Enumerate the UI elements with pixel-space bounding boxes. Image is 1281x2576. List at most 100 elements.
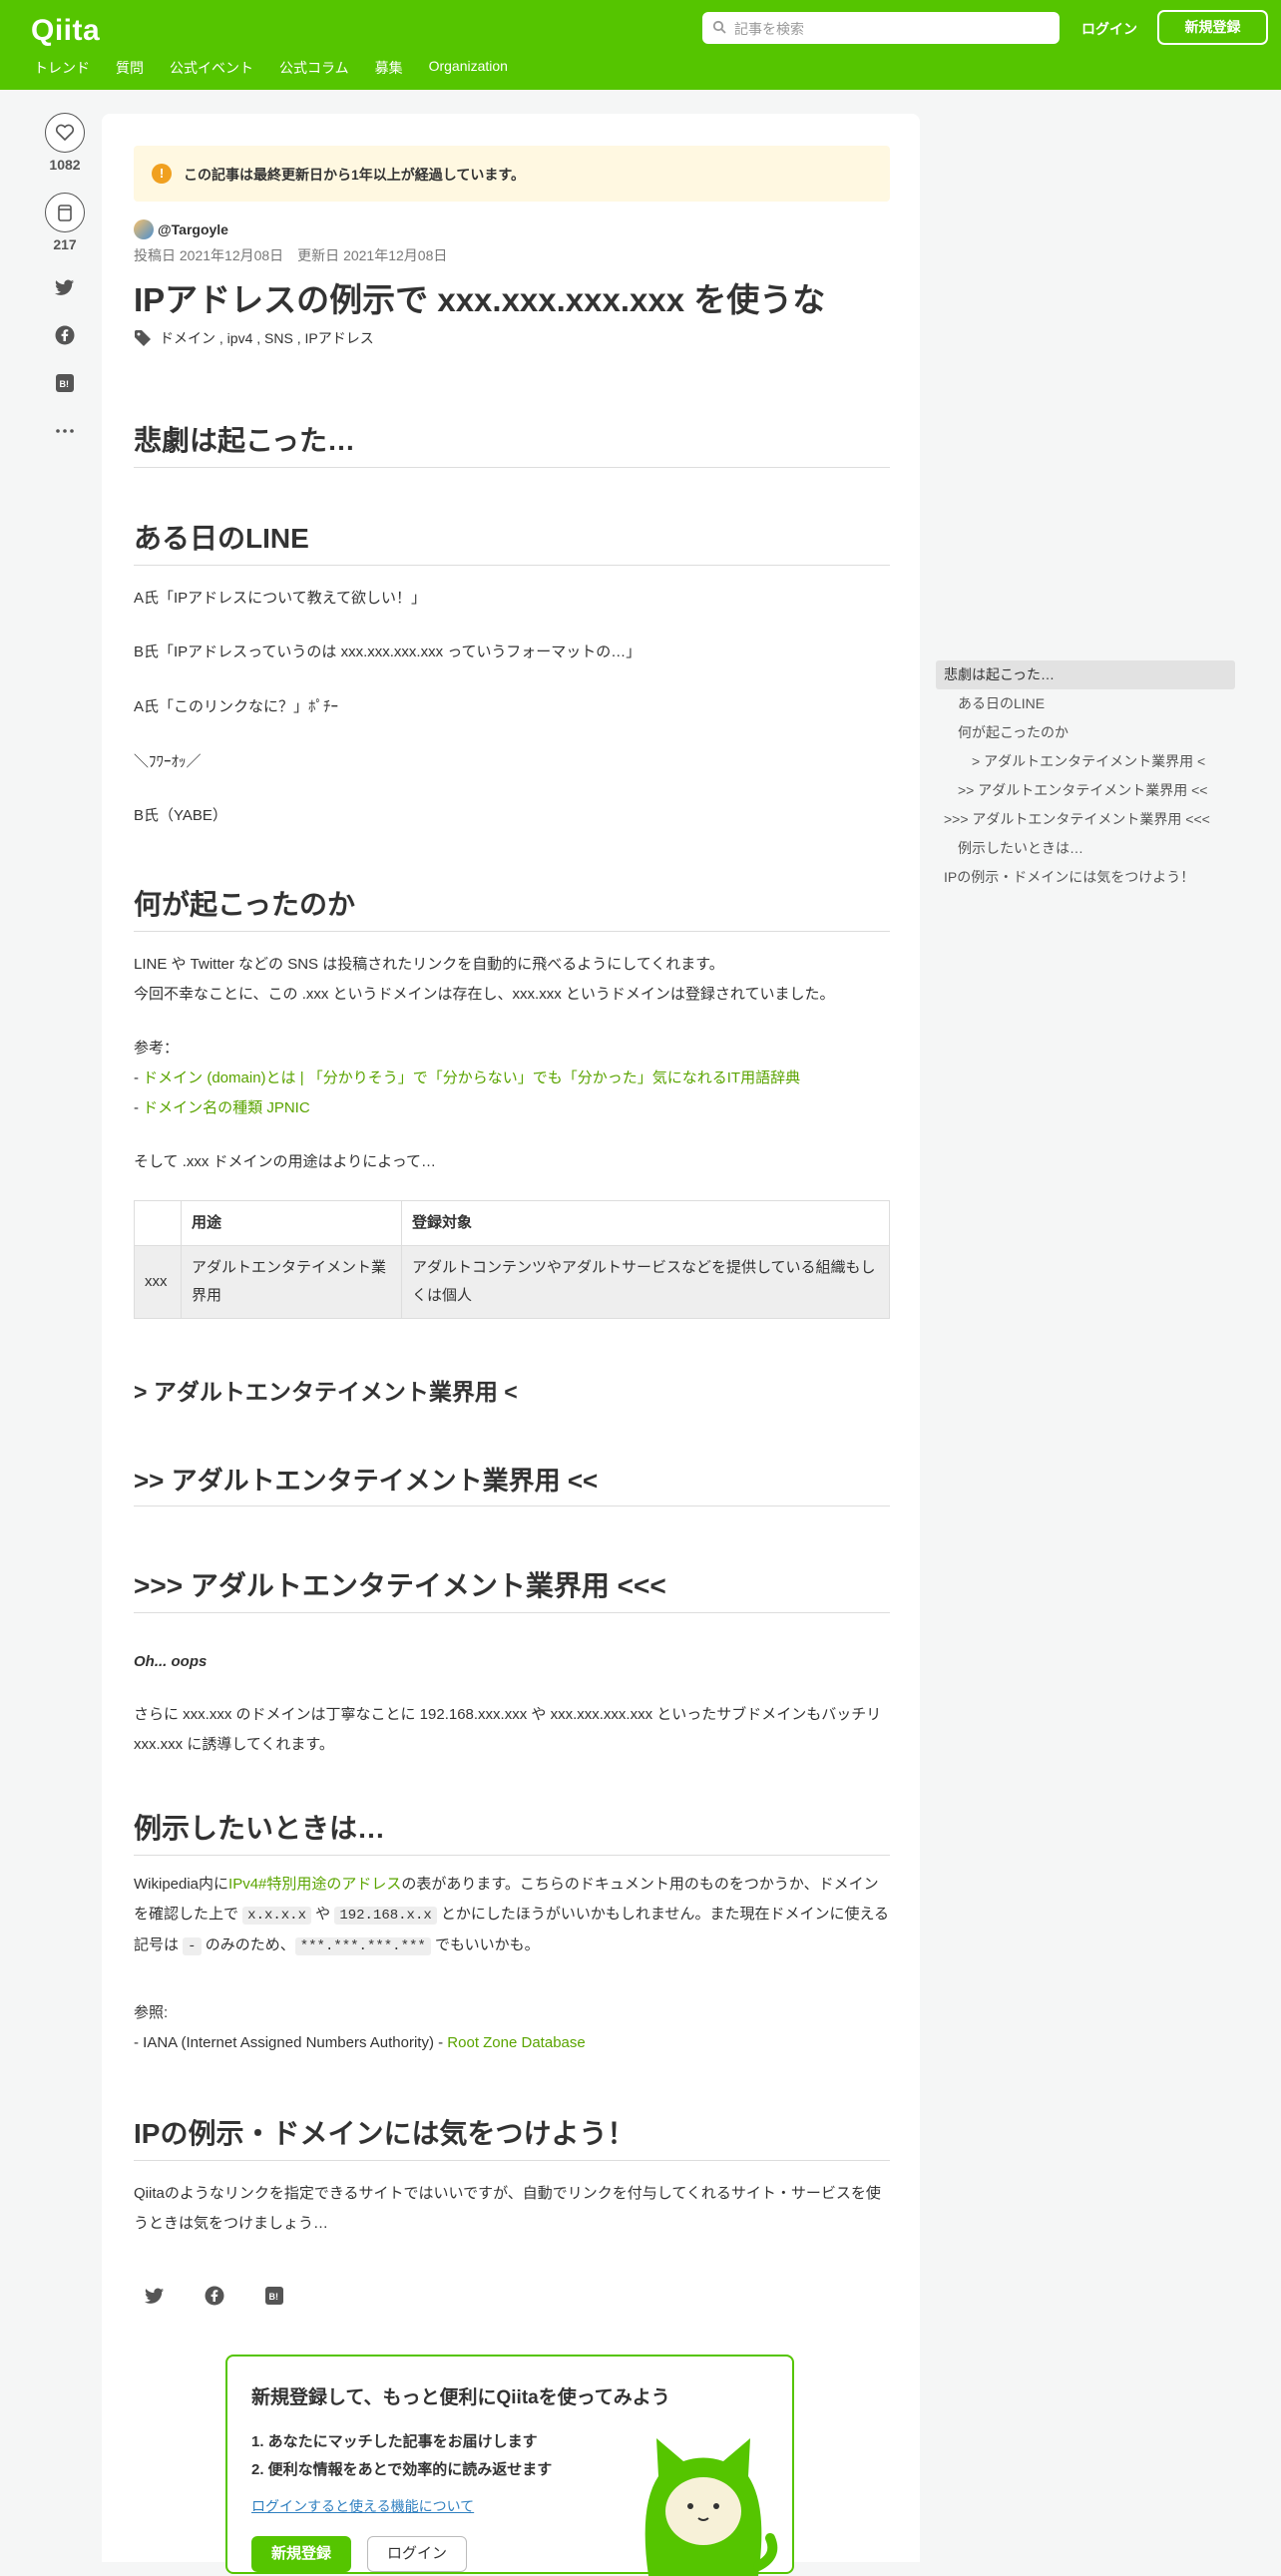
ref-link-2[interactable]: ドメイン名の種類 JPNIC	[143, 1099, 310, 1116]
table-header: 用途	[181, 1200, 402, 1246]
toc-item[interactable]: >>> アダルトエンタテイメント業界用 <<<	[936, 805, 1235, 834]
search-box[interactable]	[702, 12, 1060, 46]
article-title: IPアドレスの例示で xxx.xxx.xxx.xxx を使うな	[134, 281, 826, 318]
tag-list: ドメイン , ipv4 , SNS , IPアドレス	[134, 328, 374, 348]
line-chat-4: ＼ﾌﾜｰｵｯ／	[134, 753, 202, 770]
nav-trend[interactable]: トレンド	[34, 58, 90, 78]
stock-count: 217	[53, 236, 77, 252]
ref2-label: 参照:	[134, 2004, 169, 2021]
heading-adult-3: >>> アダルトエンタテイメント業界用 <<<	[134, 1564, 890, 1613]
and-then-text: そして .xxx ドメインの用途はよりによって…	[134, 1153, 437, 1170]
twitter-share-icon[interactable]	[54, 276, 76, 298]
heading-line: ある日のLINE	[134, 517, 890, 566]
heading-example: 例示したいときは…	[134, 1807, 890, 1856]
facebook-share-icon[interactable]	[54, 324, 76, 346]
code-inline: ***.***.***.***	[294, 1937, 431, 1955]
bottom-share-row: B!	[140, 2281, 289, 2311]
outdated-notice: ! この記事は最終更新日から1年以上が経過しています。	[134, 146, 890, 202]
author-name[interactable]: @Targoyle	[158, 221, 228, 237]
table-of-contents: 悲劇は起こった… ある日のLINE 何が起こったのか > アダルトエンタテイメン…	[936, 660, 1235, 892]
nav-organization[interactable]: Organization	[429, 58, 508, 78]
table-header: 登録対象	[401, 1200, 890, 1246]
example-text: のみのため、	[201, 1936, 295, 1953]
promo-list: 1. あなたにマッチした記事をお届けします 2. 便利な情報をあとで効率的に読み…	[251, 2428, 552, 2484]
ref-item-2: - ドメイン名の種類 JPNIC	[134, 1099, 310, 1116]
twitter-share-icon[interactable]	[140, 2281, 170, 2311]
example-text: Wikipedia内に	[134, 1876, 229, 1893]
search-input[interactable]	[732, 12, 1054, 46]
post-dates: 投稿日 2021年12月08日 更新日 2021年12月08日	[134, 247, 448, 263]
line-chat-2: B氏「IPアドレスっていうのは xxx.xxx.xxx.xxx っていうフォーマ…	[134, 644, 641, 660]
promo-feature-link[interactable]: ログインすると使える機能について	[251, 2496, 474, 2516]
line-chat-5: B氏（YABE）	[134, 807, 227, 824]
tags-text[interactable]: ドメイン , ipv4 , SNS , IPアドレス	[160, 328, 374, 348]
domain-table: 用途 登録対象 xxx アダルトエンタテイメント業界用 アダルトコンテンツやアダ…	[134, 1200, 890, 1319]
info-icon: !	[152, 164, 172, 184]
nav-recruit[interactable]: 募集	[375, 58, 403, 78]
article-action-bar: 1082 217 B!	[40, 113, 90, 442]
header-signup-button[interactable]: 新規登録	[1157, 10, 1268, 45]
subdomain-para: さらに xxx.xxx のドメインは丁寧なことに 192.168.xxx.xxx…	[134, 1706, 882, 1753]
code-inline: 192.168.x.x	[334, 1907, 437, 1925]
toc-item[interactable]: 悲劇は起こった…	[936, 660, 1235, 689]
code-inline: -	[183, 1937, 202, 1955]
like-count: 1082	[49, 157, 81, 173]
what-para-2: 今回不幸なことに、この .xxx というドメインは存在し、xxx.xxx という…	[134, 986, 835, 1003]
toc-item[interactable]: ある日のLINE	[936, 689, 1235, 718]
search-icon	[712, 20, 728, 36]
example-text: でもいいかも。	[430, 1936, 540, 1953]
table-row: xxx アダルトエンタテイメント業界用 アダルトコンテンツやアダルトサービスなど…	[134, 1245, 890, 1319]
oops-text: Oh... oops	[134, 1653, 208, 1670]
example-para: Wikipedia内にIPv4#特別用途のアドレスの表があります。こちらのドキュ…	[134, 1870, 890, 1961]
root-zone-link[interactable]: Root Zone Database	[447, 2034, 585, 2051]
svg-text:B!: B!	[60, 379, 70, 389]
ref-item-1: - ドメイン (domain)とは | 「分かりそう」で「分からない」でも「分か…	[134, 1070, 801, 1086]
code-inline: x.x.x.x	[242, 1907, 311, 1925]
iana-text: - IANA (Internet Assigned Numbers Author…	[134, 2034, 448, 2051]
toc-item[interactable]: >> アダルトエンタテイメント業界用 <<	[936, 776, 1235, 805]
more-options-icon[interactable]	[54, 420, 76, 442]
nav-questions[interactable]: 質問	[116, 58, 144, 78]
promo-item: 1. あなたにマッチした記事をお届けします	[251, 2433, 538, 2450]
like-button[interactable]	[45, 113, 85, 153]
qiita-mascot-icon	[644, 2438, 778, 2576]
notice-text: この記事は最終更新日から1年以上が経過しています。	[184, 167, 525, 183]
svg-text:B!: B!	[269, 2292, 279, 2302]
ref-label: 参考：	[134, 1040, 180, 1057]
promo-signup-button[interactable]: 新規登録	[251, 2536, 351, 2572]
toc-item[interactable]: IPの例示・ドメインには気をつけよう！	[936, 863, 1235, 892]
author[interactable]: @Targoyle	[134, 219, 228, 239]
toc-item[interactable]: 何が起こったのか	[936, 718, 1235, 747]
promo-login-button[interactable]: ログイン	[367, 2536, 467, 2572]
heading-adult-2: >> アダルトエンタテイメント業界用 <<	[134, 1461, 890, 1506]
signup-promo: 新規登録して、もっと便利にQiitaを使ってみよう 1. あなたにマッチした記事…	[225, 2355, 794, 2576]
heart-icon	[55, 124, 75, 141]
line-chat-1: A氏「IPアドレスについて教えて欲しい！」	[134, 590, 426, 607]
stock-icon	[58, 205, 72, 221]
line-chat-3: A氏「このリンクなに？」ﾎﾟﾁｰ	[134, 698, 339, 715]
table-header	[134, 1200, 182, 1246]
heading-careful: IPの例示・ドメインには気をつけよう！	[134, 2112, 890, 2161]
toc-item[interactable]: 例示したいときは…	[936, 834, 1235, 863]
iana-ref: - IANA (Internet Assigned Numbers Author…	[134, 2028, 890, 2058]
table-header-row: 用途 登録対象	[134, 1200, 890, 1246]
ref-link-1[interactable]: ドメイン (domain)とは | 「分かりそう」で「分からない」でも「分かった…	[143, 1070, 800, 1086]
nav-events[interactable]: 公式イベント	[170, 58, 253, 78]
header-login-link[interactable]: ログイン	[1071, 14, 1147, 44]
nav-columns[interactable]: 公式コラム	[279, 58, 349, 78]
table-cell: アダルトエンタテイメント業界用	[181, 1245, 402, 1319]
heading-what-happened: 何が起こったのか	[134, 883, 890, 932]
wikipedia-link[interactable]: IPv4#特別用途のアドレス	[228, 1876, 401, 1893]
global-nav: トレンド 質問 公式イベント 公式コラム 募集 Organization	[34, 58, 534, 78]
facebook-share-icon[interactable]	[200, 2281, 229, 2311]
promo-heading: 新規登録して、もっと便利にQiitaを使ってみよう	[251, 2387, 670, 2408]
global-header: Qiita ログイン 新規登録 トレンド 質問 公式イベント 公式コラム 募集 …	[0, 0, 1281, 90]
example-text: や	[310, 1906, 335, 1923]
heading-tragedy: 悲劇は起こった…	[134, 419, 890, 468]
toc-item[interactable]: > アダルトエンタテイメント業界用 <	[936, 747, 1235, 776]
qiita-logo[interactable]: Qiita	[31, 14, 100, 48]
stock-button[interactable]	[45, 193, 85, 232]
hatena-bookmark-icon[interactable]: B!	[259, 2281, 289, 2311]
hatena-bookmark-icon[interactable]: B!	[54, 372, 76, 394]
avatar[interactable]	[134, 219, 154, 239]
